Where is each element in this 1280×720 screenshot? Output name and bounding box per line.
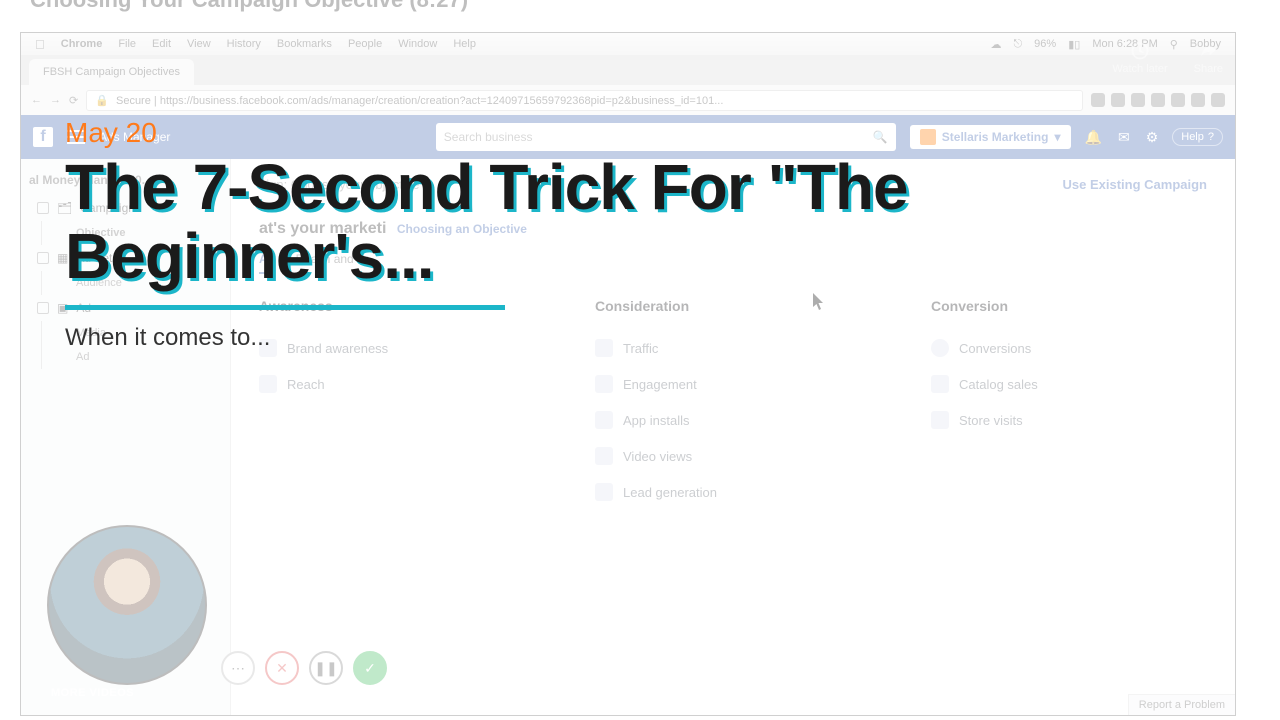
- share-button[interactable]: Share: [1194, 41, 1223, 75]
- video-top-controls: Watch later Share: [1112, 41, 1223, 75]
- article-overlay: May 20 The 7-Second Trick For "The Begin…: [65, 117, 1195, 352]
- watch-later-button[interactable]: Watch later: [1112, 41, 1167, 75]
- share-icon: [1194, 41, 1222, 61]
- watch-later-icon: [1126, 41, 1154, 61]
- article-date: May 20: [65, 117, 1195, 149]
- video-thumbnail-frame[interactable]:  Chrome File Edit View History Bookmark…: [20, 32, 1236, 716]
- article-excerpt: When it comes to...: [65, 324, 1195, 352]
- page-breadcrumb: Choosing Your Campaign Objective (8:27): [0, 0, 1280, 32]
- title-underline: [65, 305, 505, 310]
- article-title: The 7-Second Trick For "The Beginner's..…: [65, 153, 1195, 291]
